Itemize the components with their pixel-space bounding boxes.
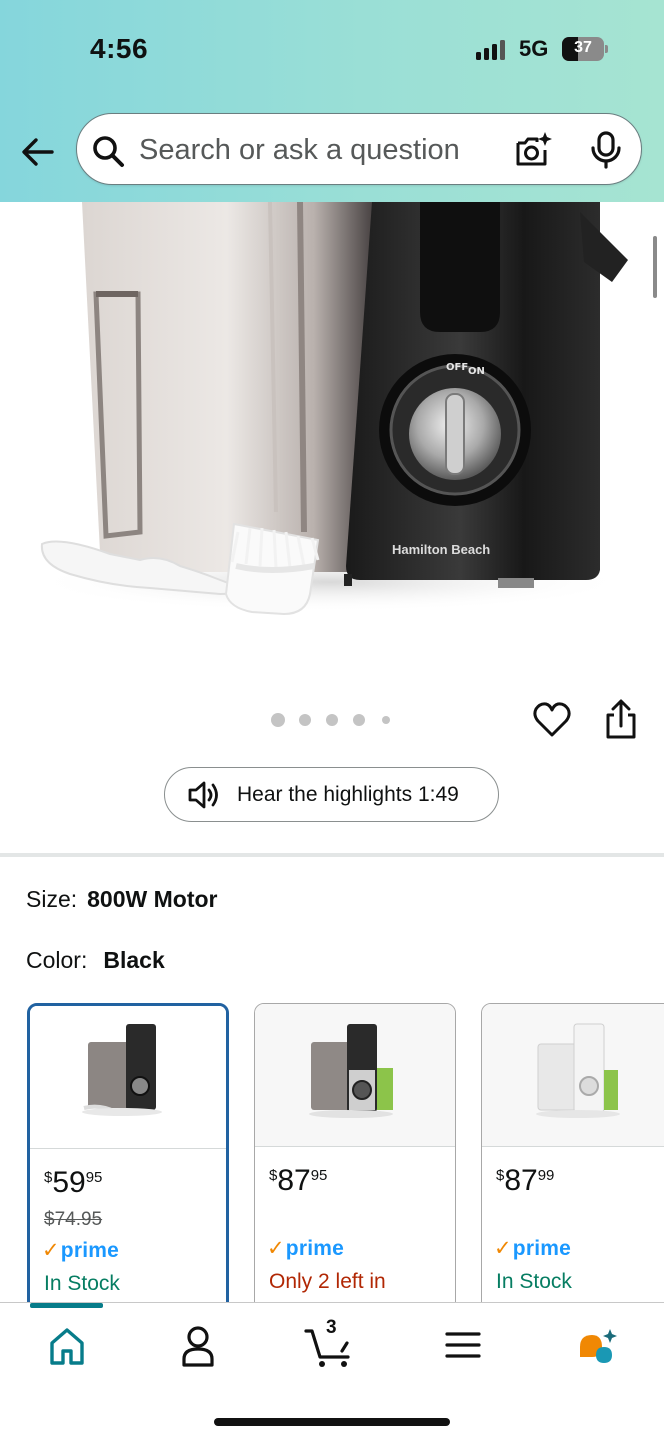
carousel-dot[interactable]: [353, 714, 365, 726]
heart-icon: [533, 702, 571, 737]
swatch-price: $8799: [496, 1164, 555, 1197]
stock-status: Only 2 left in: [269, 1270, 386, 1293]
swatch-juicer-image: [82, 1024, 162, 1116]
swatch-thumbnail: [482, 1004, 664, 1147]
network-type: 5G: [519, 36, 549, 61]
search-icon: [93, 136, 124, 167]
speaker-icon: [188, 781, 218, 809]
stock-status: In Stock: [496, 1270, 572, 1293]
back-button[interactable]: [18, 132, 58, 172]
prime-badge: ✓prime: [494, 1237, 571, 1260]
cell-signal-icon: [476, 40, 506, 60]
microphone-icon[interactable]: [589, 130, 623, 170]
search-bar[interactable]: [76, 113, 642, 185]
nav-cart[interactable]: 3: [302, 1317, 356, 1369]
switch-on-label: ON: [468, 366, 485, 377]
share-button[interactable]: [602, 699, 640, 741]
brand-logo-text: Hamilton Beach: [392, 542, 490, 557]
app-header: 4:56 5G 37: [0, 0, 664, 202]
wishlist-button[interactable]: [532, 700, 572, 740]
share-icon: [606, 699, 636, 739]
status-time: 4:56: [90, 33, 149, 64]
color-swatch-white[interactable]: $8799 ✓prime In Stock: [481, 1003, 664, 1333]
color-swatch-black[interactable]: $5995 $74.95 ✓prime In Stock: [27, 1003, 229, 1333]
image-carousel-dots: [270, 711, 400, 729]
swatch-thumbnail: [30, 1006, 226, 1149]
swatch-juicer-image: [309, 1024, 393, 1118]
nav-account[interactable]: [171, 1321, 225, 1369]
color-swatch-stainless[interactable]: $8795 ✓prime Only 2 left in: [254, 1003, 456, 1333]
home-icon: [50, 1328, 84, 1365]
back-arrow-icon: [22, 138, 54, 166]
search-input[interactable]: [139, 128, 499, 172]
home-indicator: [214, 1418, 450, 1426]
nav-menu[interactable]: [436, 1321, 490, 1369]
product-image[interactable]: OFF ON Hamilton Beach: [0, 202, 664, 672]
user-icon: [182, 1326, 214, 1367]
switch-off-label: OFF: [446, 362, 468, 373]
menu-icon: [445, 1332, 481, 1358]
image-scrollbar[interactable]: [653, 236, 657, 298]
color-value: Black: [103, 947, 165, 973]
section-divider: [0, 853, 664, 857]
size-selector: Size: 800W Motor: [26, 886, 217, 913]
carousel-dot[interactable]: [299, 714, 311, 726]
hear-highlights-button[interactable]: Hear the highlights 1:49: [164, 767, 499, 822]
hear-highlights-label: Hear the highlights 1:49: [237, 783, 459, 806]
carousel-dot[interactable]: [382, 716, 390, 724]
color-label: Color:: [26, 947, 88, 973]
prime-badge: ✓prime: [42, 1239, 119, 1262]
nav-home[interactable]: [40, 1321, 94, 1369]
carousel-dot[interactable]: [326, 714, 338, 726]
swatch-juicer-image: [536, 1023, 620, 1118]
battery-icon: 37: [562, 37, 604, 61]
nav-rufus[interactable]: [570, 1321, 624, 1369]
cart-count: 3: [326, 1317, 337, 1338]
swatch-thumbnail: [255, 1004, 455, 1147]
battery-percent: 37: [574, 39, 592, 56]
carousel-dot[interactable]: [271, 713, 285, 727]
swatch-scroll-indicator: [30, 1303, 103, 1308]
size-value: 800W Motor: [87, 886, 218, 912]
rufus-assistant-icon: [580, 1329, 617, 1363]
prime-badge: ✓prime: [267, 1237, 344, 1260]
stock-status: In Stock: [44, 1272, 120, 1295]
color-selector: Color: Black: [26, 947, 165, 974]
swatch-price: $8795: [269, 1164, 328, 1197]
camera-icon[interactable]: [513, 130, 553, 170]
size-label: Size:: [26, 886, 78, 912]
juicer-illustration: OFF ON Hamilton Beach: [30, 202, 630, 616]
swatch-price: $5995: [44, 1166, 103, 1199]
battery-nub: [605, 45, 608, 53]
swatch-old-price: $74.95: [44, 1209, 103, 1230]
